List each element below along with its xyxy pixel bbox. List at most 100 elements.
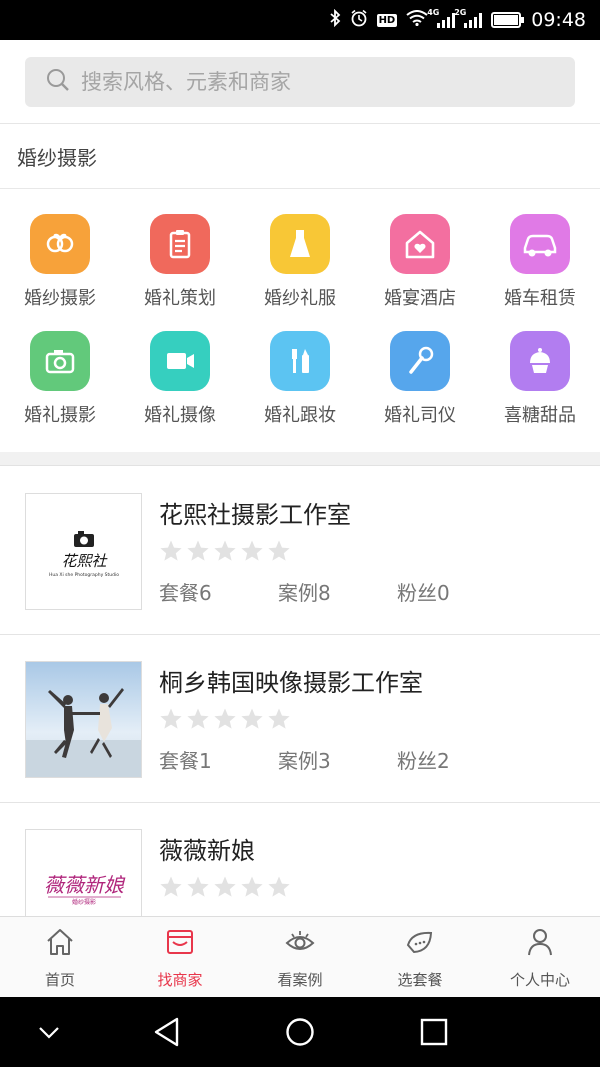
bottom-tab-bar: 首页 找商家 看案例 选套餐 个人中心: [0, 916, 600, 997]
makeup-brush-icon: [270, 331, 330, 391]
star-icon: [214, 540, 236, 561]
star-icon: [160, 540, 182, 561]
search-icon: [45, 67, 71, 97]
store-item[interactable]: 桐乡韩国映像摄影工作室 套餐1 案例3 粉丝2: [0, 635, 600, 803]
category-wedding-photo[interactable]: 婚礼摄影: [0, 331, 120, 448]
rating-stars: [159, 875, 291, 899]
category-banquet-hotel[interactable]: 婚宴酒店: [360, 214, 480, 331]
star-icon: [268, 540, 290, 561]
star-icon: [241, 708, 263, 729]
cupcake-icon: [510, 331, 570, 391]
store-name: 花熙社摄影工作室: [159, 501, 351, 529]
star-icon: [214, 708, 236, 729]
category-car-rental[interactable]: 婚车租赁: [480, 214, 600, 331]
category-label: 婚纱摄影: [24, 288, 96, 309]
store-item[interactable]: 花熙社 Hua Xi she Photography Studio 花熙社摄影工…: [0, 467, 600, 635]
store-photo: [25, 661, 142, 778]
store-name: 桐乡韩国映像摄影工作室: [159, 669, 423, 697]
tab-profile[interactable]: 个人中心: [480, 917, 600, 997]
star-icon: [187, 876, 209, 897]
leaf-icon: [404, 927, 436, 961]
tab-find-store[interactable]: 找商家: [120, 917, 240, 997]
house-heart-icon: [390, 214, 450, 274]
car-icon: [510, 214, 570, 274]
store-logo-sub: Hua Xi she Photography Studio: [49, 572, 119, 578]
store-logo-text: 薇薇新娘: [44, 873, 126, 897]
home-circle-icon[interactable]: [285, 1017, 315, 1051]
tab-home[interactable]: 首页: [0, 917, 120, 997]
star-icon: [241, 540, 263, 561]
back-icon[interactable]: [152, 1016, 182, 1052]
category-wedding-video[interactable]: 婚礼摄像: [120, 331, 240, 448]
system-nav-bar: [0, 997, 600, 1067]
microphone-icon: [390, 331, 450, 391]
alarm-icon: [350, 9, 368, 32]
section-title: 婚纱摄影: [0, 125, 600, 189]
store-cases: 案例8: [278, 581, 331, 605]
tab-label: 找商家: [157, 971, 203, 989]
star-icon: [187, 708, 209, 729]
search-box[interactable]: [25, 57, 575, 107]
store-logo-sub: 婚纱摄影: [72, 898, 96, 906]
rings-heart-icon: [30, 214, 90, 274]
search-area: [0, 40, 600, 124]
star-icon: [268, 876, 290, 897]
category-mc[interactable]: 婚礼司仪: [360, 331, 480, 448]
store-fans: 粉丝0: [397, 581, 450, 605]
star-icon: [160, 708, 182, 729]
category-label: 婚礼策划: [144, 288, 216, 309]
recents-square-icon[interactable]: [420, 1018, 448, 1050]
clipboard-icon: [150, 214, 210, 274]
rating-stars: [159, 707, 291, 731]
store-cases: 案例3: [278, 749, 331, 773]
category-wedding-dress[interactable]: 婚纱礼服: [240, 214, 360, 331]
home-icon: [44, 927, 76, 961]
star-icon: [241, 876, 263, 897]
category-label: 婚宴酒店: [384, 288, 456, 309]
store-packages: 套餐1: [159, 749, 212, 773]
category-label: 婚礼摄像: [144, 405, 216, 426]
chevron-down-icon[interactable]: [36, 1019, 62, 1049]
battery-icon: [491, 12, 525, 28]
category-label: 婚礼摄影: [24, 405, 96, 426]
tab-label: 选套餐: [397, 971, 443, 989]
section-divider: [0, 452, 600, 466]
bluetooth-icon: [329, 8, 341, 32]
category-grid: 婚纱摄影 婚礼策划 婚纱礼服 婚宴酒店 婚车租赁 婚礼摄影 婚礼摄像 婚礼跟妆 …: [0, 190, 600, 452]
status-bar: HD 4G 2G 09:48: [0, 0, 600, 40]
category-label: 婚礼跟妆: [264, 405, 336, 426]
category-label: 婚纱礼服: [264, 288, 336, 309]
star-icon: [268, 708, 290, 729]
eye-icon: [284, 927, 316, 961]
category-candy-dessert[interactable]: 喜糖甜品: [480, 331, 600, 448]
store-packages: 套餐6: [159, 581, 212, 605]
signal-4g-icon: 4G: [427, 8, 456, 28]
category-label: 喜糖甜品: [504, 405, 576, 426]
signal-2g-icon: 2G: [454, 8, 483, 28]
tab-packages[interactable]: 选套餐: [360, 917, 480, 997]
store-logo-text: 花熙社: [61, 552, 108, 570]
status-time: 09:48: [531, 9, 586, 31]
tab-label: 看案例: [277, 971, 323, 989]
wifi-icon: [406, 9, 428, 31]
tab-label: 个人中心: [509, 971, 570, 989]
star-icon: [214, 876, 236, 897]
tab-cases[interactable]: 看案例: [240, 917, 360, 997]
video-camera-icon: [150, 331, 210, 391]
category-wedding-planning[interactable]: 婚礼策划: [120, 214, 240, 331]
network-2g-label: 2G: [454, 8, 467, 17]
category-label: 婚礼司仪: [384, 405, 456, 426]
star-icon: [187, 540, 209, 561]
camera-icon: [30, 331, 90, 391]
user-icon: [524, 927, 556, 961]
store-fans: 粉丝2: [397, 749, 450, 773]
category-label: 婚车租赁: [504, 288, 576, 309]
network-4g-label: 4G: [427, 8, 440, 17]
rating-stars: [159, 539, 291, 563]
star-icon: [160, 876, 182, 897]
category-makeup[interactable]: 婚礼跟妆: [240, 331, 360, 448]
dress-icon: [270, 214, 330, 274]
category-wedding-photography[interactable]: 婚纱摄影: [0, 214, 120, 331]
hd-badge: HD: [376, 13, 398, 27]
search-input[interactable]: [81, 70, 541, 94]
